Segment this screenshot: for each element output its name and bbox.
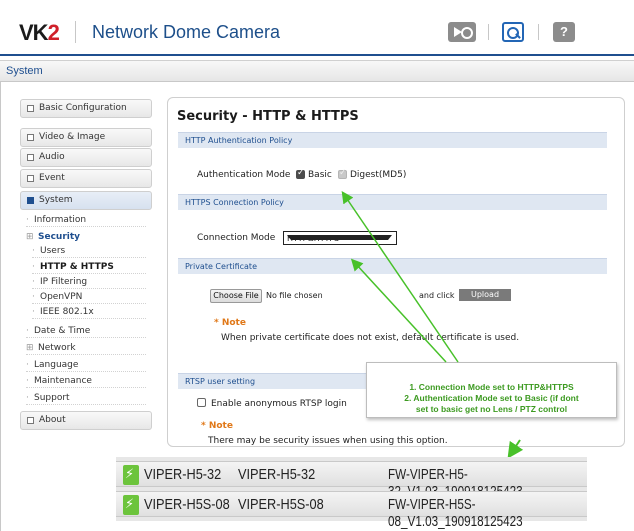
sidebar-sub-users[interactable]: · Users	[32, 244, 146, 258]
sidebar-item-basic-configuration[interactable]: Basic Configuration	[20, 99, 152, 118]
bullet-icon: ·	[32, 246, 35, 256]
connection-mode-label: Connection Mode	[197, 233, 276, 243]
basic-checkbox[interactable]	[296, 168, 305, 179]
section-title: System	[6, 65, 43, 77]
lightning-icon	[123, 465, 139, 485]
sidebar-sub-ip-filtering[interactable]: · IP Filtering	[32, 275, 146, 289]
sidebar-sub-support[interactable]: · Support	[26, 391, 146, 405]
section-title-bar: System	[0, 60, 634, 82]
sidebar-sub-openvpn[interactable]: · OpenVPN	[32, 290, 146, 304]
cert-note-label: * Note	[214, 318, 246, 328]
expand-icon	[27, 134, 34, 141]
bullet-icon: ·	[26, 376, 29, 386]
sidebar-sub-ieee8021x[interactable]: · IEEE 802.1x	[32, 305, 146, 319]
bullet-icon: ·	[32, 277, 35, 287]
sidebar-sub-language[interactable]: · Language	[26, 358, 146, 372]
firmware-row: VIPER-H5-32 VIPER-H5-32 FW-VIPER-H5-32_V…	[116, 461, 587, 500]
basic-label: Basic	[308, 170, 332, 180]
rtsp-note-text: There may be security issues when using …	[208, 436, 448, 446]
help-icon[interactable]: ?	[553, 22, 575, 42]
bullet-icon: ·	[26, 393, 29, 403]
vk2-logo[interactable]: VK2	[19, 20, 60, 46]
bullet-icon: ·	[26, 215, 29, 225]
expand-icon: ⊞	[26, 343, 34, 353]
expand-icon	[27, 417, 34, 424]
expand-icon	[27, 154, 34, 161]
auth-mode-label: Authentication Mode	[197, 170, 291, 180]
no-file-label: No file chosen	[266, 291, 323, 300]
header-divider	[538, 24, 539, 40]
anonymous-rtsp-label: Enable anonymous RTSP login	[211, 399, 347, 409]
sidebar-item-audio[interactable]: Audio	[20, 148, 152, 167]
firmware-row: VIPER-H5S-08 VIPER-H5S-08 FW-VIPER-H5S-0…	[116, 491, 587, 530]
choose-file-button[interactable]: Choose File	[210, 289, 262, 303]
sidebar-sub-date-time[interactable]: · Date & Time	[26, 324, 146, 338]
digest-label: Digest(MD5)	[350, 170, 407, 180]
live-view-icon[interactable]	[448, 22, 476, 42]
sidebar-item-video-image[interactable]: Video & Image	[20, 128, 152, 147]
collapse-icon	[27, 197, 34, 204]
rtsp-note-label: * Note	[201, 421, 233, 431]
header-divider	[488, 24, 489, 40]
bullet-icon: ·	[32, 262, 35, 272]
bullet-icon: ·	[32, 307, 35, 317]
and-click-label: and click	[419, 291, 455, 300]
annotation-callout: 1. Connection Mode set to HTTP&HTTPS 2. …	[366, 362, 617, 418]
section-header-https: HTTPS Connection Policy	[178, 194, 607, 210]
section-header-rtsp: RTSP user setting	[178, 373, 366, 389]
product-name: Network Dome Camera	[92, 22, 281, 42]
sidebar-sub-http-https[interactable]: · HTTP & HTTPS	[32, 260, 146, 274]
expand-icon: ⊞	[26, 232, 34, 242]
section-header-http-auth: HTTP Authentication Policy	[178, 132, 607, 148]
sidebar-sub-security[interactable]: ⊞ Security	[26, 230, 146, 244]
app-header: VK2 Network Dome Camera ?	[0, 0, 634, 56]
header-divider	[75, 21, 76, 43]
chevron-down-icon	[287, 235, 392, 240]
page-title: Security - HTTP & HTTPS	[177, 109, 359, 124]
cert-note-text: When private certificate does not exist,…	[221, 333, 520, 343]
digest-checkbox[interactable]	[338, 168, 347, 179]
sidebar-sub-network[interactable]: ⊞ Network	[26, 341, 146, 355]
sidebar-item-about[interactable]: About	[20, 411, 152, 430]
sidebar-sub-maintenance[interactable]: · Maintenance	[26, 374, 146, 388]
section-header-private-cert: Private Certificate	[178, 258, 607, 274]
connection-mode-select[interactable]: HTTP&HTTPS	[283, 231, 397, 245]
lightning-icon	[123, 495, 139, 515]
bullet-icon: ·	[32, 292, 35, 302]
sidebar-item-event[interactable]: Event	[20, 169, 152, 188]
sidebar-sub-information[interactable]: · Information	[26, 213, 146, 227]
bullet-icon: ·	[26, 326, 29, 336]
upload-button[interactable]: Upload	[459, 289, 511, 301]
anonymous-rtsp-checkbox[interactable]	[197, 398, 206, 407]
bullet-icon: ·	[26, 360, 29, 370]
expand-icon	[27, 175, 34, 182]
sidebar-item-system[interactable]: System	[20, 191, 152, 210]
expand-icon	[27, 105, 34, 112]
setup-icon[interactable]	[502, 22, 524, 42]
